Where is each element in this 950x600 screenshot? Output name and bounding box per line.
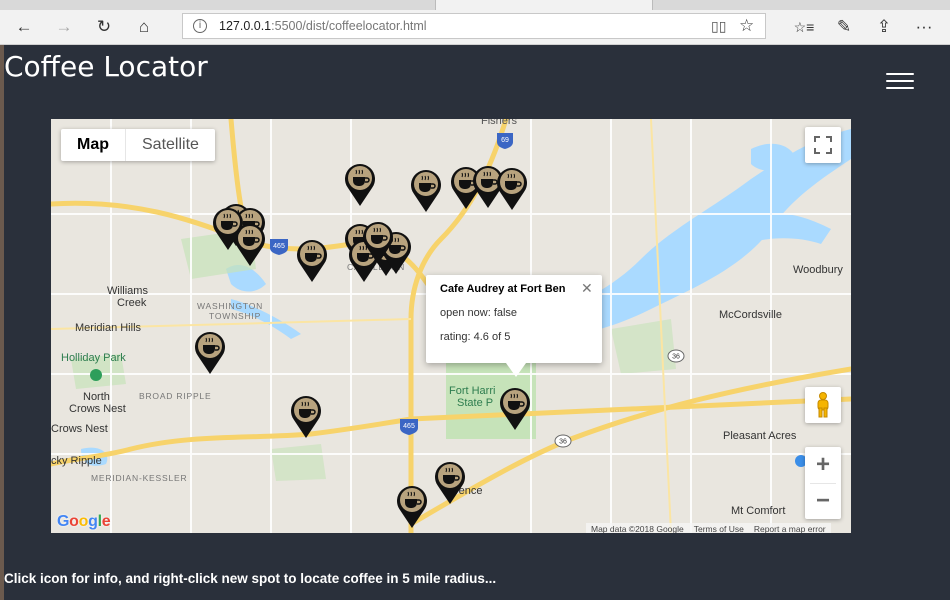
address-bar[interactable]: i 127.0.0.1:5500/dist/coffeelocator.html… xyxy=(182,13,766,39)
street-view-pegman-icon[interactable] xyxy=(805,387,841,423)
page: Coffee Locator Fishers Williams Creek WA… xyxy=(4,45,950,600)
place-label: Woodbury xyxy=(793,264,843,276)
map-attribution: Map data ©2018 Google Terms of Use Repor… xyxy=(586,523,831,533)
coffee-marker-icon[interactable] xyxy=(495,165,529,211)
place-label: cky Ripple xyxy=(51,455,102,467)
coffee-marker-icon[interactable] xyxy=(211,205,245,251)
share-icon[interactable]: ⇪ xyxy=(870,14,898,40)
map-type-control: Map Satellite xyxy=(61,129,215,161)
coffee-marker-icon[interactable] xyxy=(343,161,377,207)
zoom-control: + − xyxy=(805,447,841,519)
zoom-out-icon[interactable]: − xyxy=(805,483,841,519)
place-label: Williams xyxy=(107,285,148,297)
place-label: WASHINGTON xyxy=(197,301,264,311)
place-label: Fort Harri xyxy=(449,385,496,397)
coffee-marker-icon[interactable] xyxy=(409,167,443,213)
google-logo[interactable]: Google xyxy=(57,513,111,531)
zoom-in-icon[interactable]: + xyxy=(805,447,841,483)
tab-strip xyxy=(0,0,950,10)
map-data-credit: Map data ©2018 Google xyxy=(591,524,684,533)
place-label: North xyxy=(83,391,110,403)
place-label: BROAD RIPPLE xyxy=(139,391,212,401)
place-label: Crows Nest xyxy=(69,403,126,415)
notes-icon[interactable]: ✎ xyxy=(830,14,858,40)
place-label: MERIDIAN-KESSLER xyxy=(91,473,188,483)
info-window-rating: rating: 4.6 of 5 xyxy=(440,331,511,343)
fullscreen-icon[interactable] xyxy=(805,127,841,163)
app-title: Coffee Locator xyxy=(4,50,208,83)
coffee-marker-icon[interactable] xyxy=(361,219,395,265)
place-label: State P xyxy=(457,397,494,409)
coffee-marker-icon[interactable] xyxy=(433,459,467,505)
coffee-marker-icon[interactable] xyxy=(289,393,323,439)
coffee-marker-icon[interactable] xyxy=(498,385,532,431)
coffee-marker-icon[interactable] xyxy=(295,237,329,283)
forward-icon[interactable]: → xyxy=(50,14,78,40)
favorite-icon[interactable]: ☆ xyxy=(739,16,754,36)
site-info-icon[interactable]: i xyxy=(193,19,207,33)
url-text[interactable]: 127.0.0.1:5500/dist/coffeelocator.html xyxy=(219,19,427,33)
report-map-error-link[interactable]: Report a map error xyxy=(754,523,826,533)
place-label: Crows Nest xyxy=(51,423,108,435)
place-label: Meridian Hills xyxy=(75,322,142,334)
place-label: Pleasant Acres xyxy=(723,430,797,442)
instruction-text: Click icon for info, and right-click new… xyxy=(4,571,497,586)
info-window-title: Cafe Audrey at Fort Ben xyxy=(440,283,566,295)
info-window: Cafe Audrey at Fort Ben ✕ open now: fals… xyxy=(426,275,602,377)
active-tab[interactable] xyxy=(435,0,653,10)
place-label: Fishers xyxy=(481,119,518,127)
info-window-open-now: open now: false xyxy=(440,307,518,319)
coffee-marker-icon[interactable] xyxy=(395,483,429,529)
place-label: McCordsville xyxy=(719,309,782,321)
place-label: Mt Comfort xyxy=(731,505,786,517)
place-label: Creek xyxy=(117,297,147,309)
coffee-marker-icon[interactable] xyxy=(193,329,227,375)
home-icon[interactable]: ⌂ xyxy=(130,14,158,40)
browser-toolbar: ← → ↻ ⌂ i 127.0.0.1:5500/dist/coffeeloca… xyxy=(0,10,950,45)
back-icon[interactable]: ← xyxy=(10,14,38,40)
place-label: TOWNSHIP xyxy=(209,311,262,321)
refresh-icon[interactable]: ↻ xyxy=(90,14,118,40)
map-type-map-button[interactable]: Map xyxy=(61,129,126,161)
terms-of-use-link[interactable]: Terms of Use xyxy=(694,523,744,533)
more-icon[interactable]: ··· xyxy=(910,14,938,40)
place-label: Holliday Park xyxy=(61,352,126,364)
close-icon[interactable]: ✕ xyxy=(581,280,593,297)
favorites-hub-icon[interactable]: ☆≡ xyxy=(790,14,818,40)
map-type-satellite-button[interactable]: Satellite xyxy=(126,129,215,161)
hamburger-menu-icon[interactable] xyxy=(886,73,914,93)
reading-view-icon[interactable]: ▯▯ xyxy=(711,18,726,35)
map[interactable]: Fishers Williams Creek WASHINGTON TOWNSH… xyxy=(51,119,851,533)
